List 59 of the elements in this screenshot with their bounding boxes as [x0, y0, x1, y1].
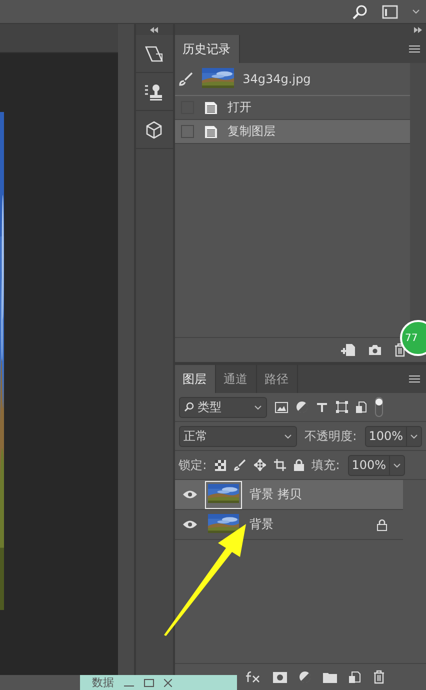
- image-icon[interactable]: [274, 402, 288, 412]
- stamp-icon[interactable]: [144, 82, 164, 100]
- new-document-icon[interactable]: [340, 343, 356, 357]
- checkbox[interactable]: [180, 125, 194, 138]
- fx-icon[interactable]: [244, 671, 261, 683]
- checker-icon[interactable]: [214, 460, 226, 470]
- new-layer-icon[interactable]: [348, 671, 361, 683]
- brush-icon[interactable]: [178, 72, 193, 86]
- caret-icon[interactable]: [410, 434, 418, 438]
- shape-icon[interactable]: [336, 401, 348, 413]
- lock-icon[interactable]: [294, 459, 304, 471]
- maximize-icon[interactable]: [144, 678, 154, 686]
- opacity-field[interactable]: 100%: [364, 426, 422, 446]
- mask-icon[interactable]: [272, 672, 287, 682]
- cube-icon[interactable]: [145, 120, 164, 138]
- close-icon[interactable]: [164, 678, 172, 686]
- fill-field[interactable]: 100%: [348, 454, 406, 476]
- blend-mode-dropdown[interactable]: 正常: [178, 426, 297, 446]
- text-icon[interactable]: [316, 402, 328, 412]
- camera-icon[interactable]: [368, 344, 382, 356]
- caret-icon[interactable]: [393, 462, 402, 468]
- expand-icon[interactable]: [414, 26, 422, 32]
- trash-icon[interactable]: [372, 670, 385, 684]
- panel-tab[interactable]: 通道: [216, 365, 257, 393]
- workspace-icon[interactable]: [382, 4, 398, 18]
- adjustment-icon[interactable]: [298, 671, 311, 683]
- layer-row[interactable]: 背景 拷贝: [174, 480, 403, 510]
- lock-label: 锁定:: [178, 456, 207, 474]
- search-icon: [184, 402, 194, 412]
- transform-icon[interactable]: [144, 44, 164, 64]
- window-title: 数据: [92, 675, 114, 690]
- snapshot-name[interactable]: 34g34g.jpg: [242, 72, 311, 86]
- filter-dropdown[interactable]: 类型: [178, 396, 267, 418]
- adjustment-icon[interactable]: [296, 401, 308, 413]
- folder-icon[interactable]: [322, 672, 337, 682]
- document-icon: [204, 124, 218, 138]
- opacity-label: 不透明度:: [304, 428, 357, 444]
- panel-tab[interactable]: 图层: [174, 365, 216, 393]
- caret-icon[interactable]: [412, 8, 420, 14]
- eye-icon[interactable]: [182, 520, 197, 529]
- fill-label: 填充:: [312, 456, 340, 474]
- smart-object-icon[interactable]: [356, 401, 367, 413]
- eye-icon[interactable]: [182, 490, 197, 499]
- search-icon[interactable]: [352, 4, 368, 20]
- move-icon[interactable]: [254, 459, 266, 471]
- toggle-icon[interactable]: [374, 397, 383, 417]
- scrollbar[interactable]: [118, 24, 136, 675]
- collapse-icon[interactable]: [150, 26, 158, 32]
- history-state[interactable]: 复制图层: [174, 120, 410, 144]
- crop-icon[interactable]: [274, 459, 286, 471]
- menu-icon[interactable]: [409, 45, 420, 53]
- trash-icon[interactable]: [394, 343, 406, 357]
- panel-tab[interactable]: 路径: [256, 365, 298, 393]
- document-icon: [204, 100, 218, 114]
- caret-icon: [254, 404, 262, 410]
- caret-icon: [284, 434, 292, 438]
- panel-tab[interactable]: 历史记录: [174, 35, 240, 63]
- brush-icon[interactable]: [234, 459, 246, 471]
- menu-icon[interactable]: [409, 375, 420, 383]
